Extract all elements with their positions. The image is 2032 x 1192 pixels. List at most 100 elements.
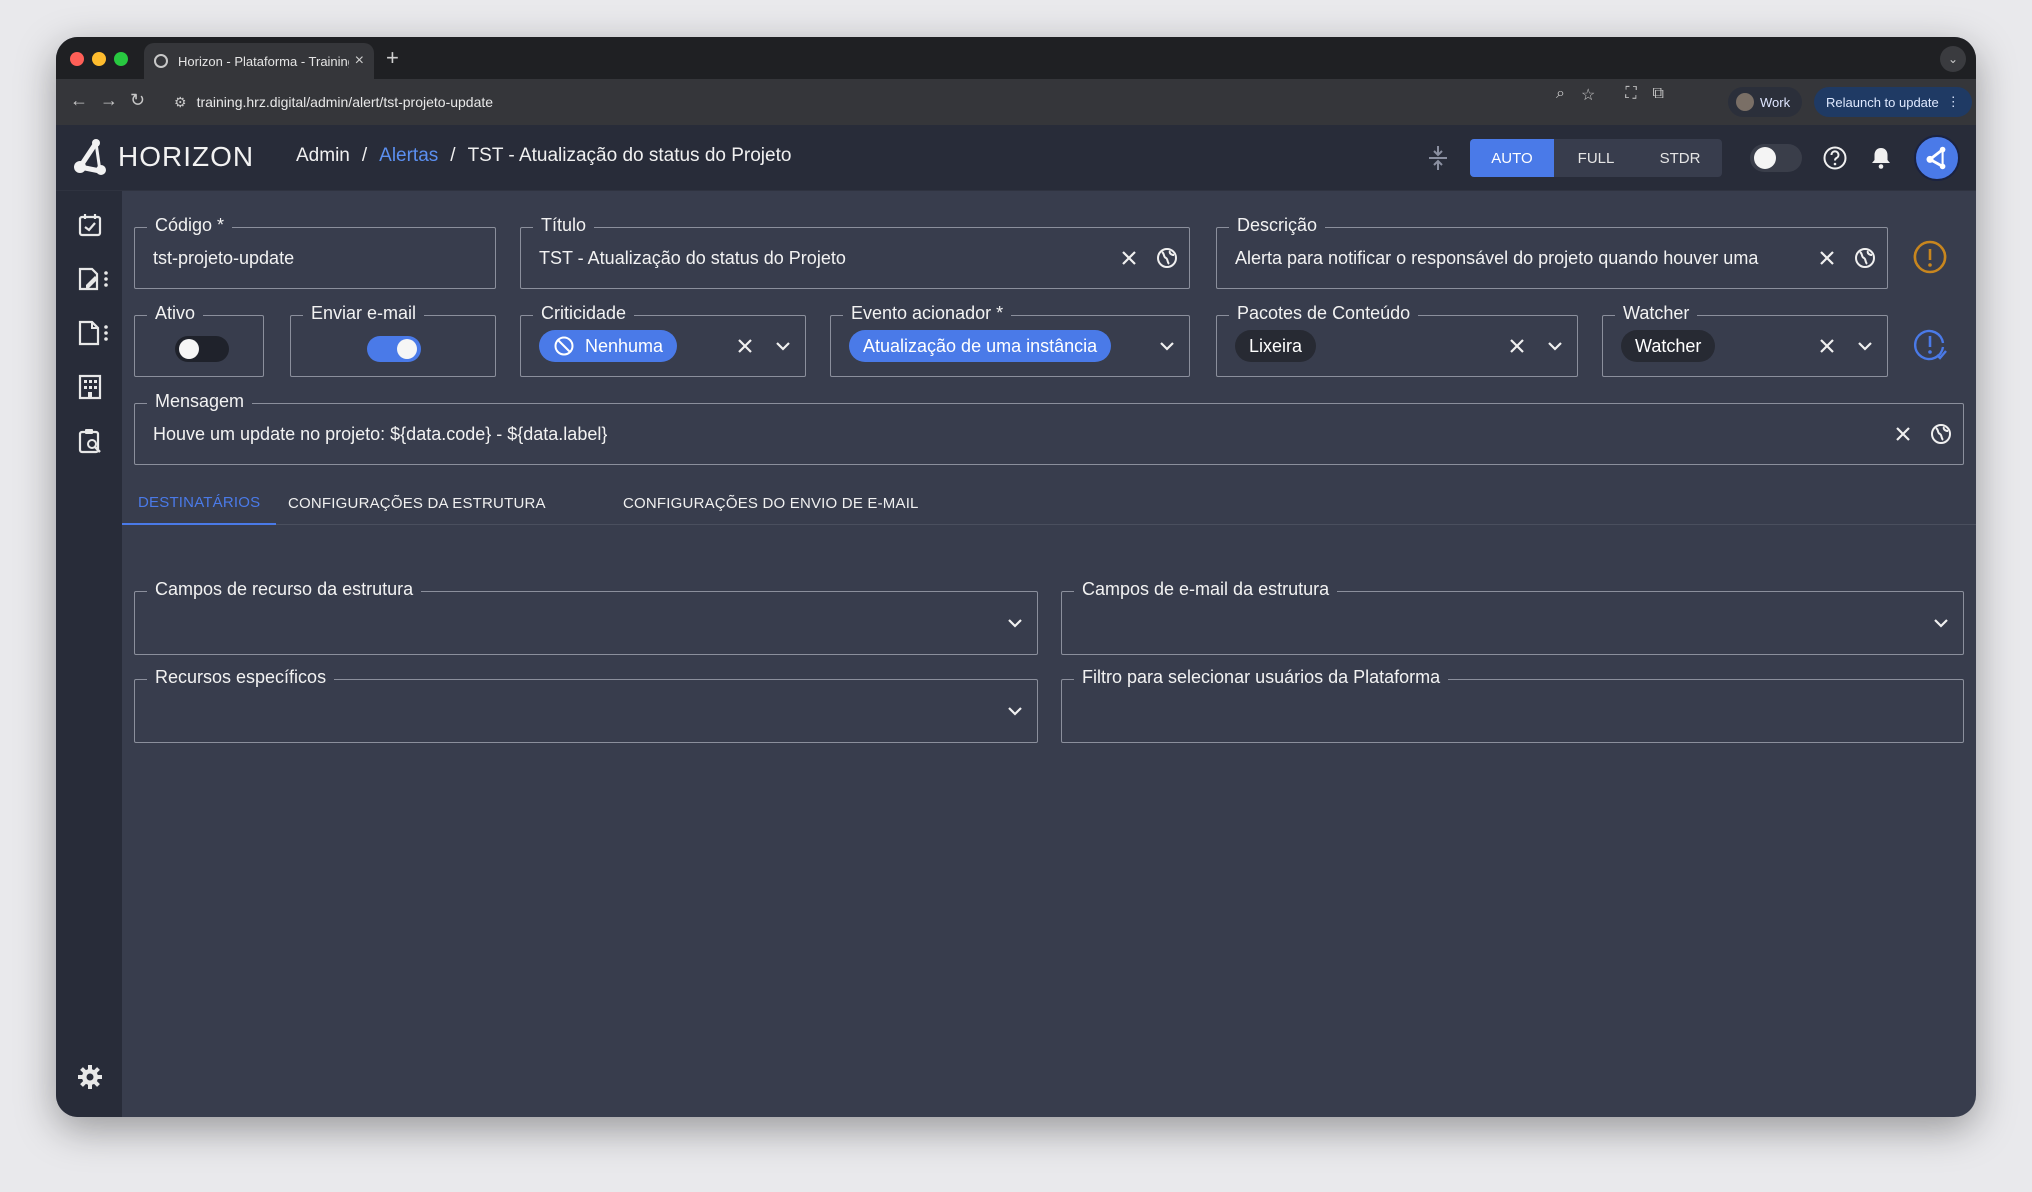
relaunch-button[interactable]: Relaunch to update ⋮ xyxy=(1814,87,1972,117)
enviar-email-label: Enviar e-mail xyxy=(303,303,425,324)
profile-chip[interactable]: Work xyxy=(1728,87,1803,117)
minimize-window-button[interactable] xyxy=(92,52,106,66)
browser-toolbar: ← → ↻ ⚙ training.hrz.digital/admin/alert… xyxy=(56,79,1976,125)
favicon-icon xyxy=(154,54,168,68)
titulo-field[interactable]: Título TST - Atualização do status do Pr… xyxy=(520,215,1190,289)
chevron-down-icon[interactable] xyxy=(771,334,795,358)
relaunch-label: Relaunch to update xyxy=(1826,94,1939,110)
app-header: HORIZON Admin / Alertas / TST - Atualiza… xyxy=(56,125,1976,191)
info-check-status-icon[interactable] xyxy=(1910,325,1950,365)
breadcrumb-separator: / xyxy=(361,145,368,166)
breadcrumb-current: TST - Atualização do status do Projeto xyxy=(467,145,792,166)
block-icon xyxy=(554,336,574,356)
browser-tab-title: Horizon - Plataforma - Training xyxy=(178,53,349,69)
globe-icon[interactable] xyxy=(1853,246,1877,270)
globe-icon[interactable] xyxy=(1929,422,1953,446)
tab-destinatarios[interactable]: DESTINATÁRIOS xyxy=(122,481,277,525)
mode-stdr-button[interactable]: STDR xyxy=(1638,139,1722,177)
address-bar[interactable]: ⚙ training.hrz.digital/admin/alert/tst-p… xyxy=(174,86,1774,118)
evento-value: Atualização de uma instância xyxy=(863,335,1098,356)
descricao-field[interactable]: Descrição Alerta para notificar o respon… xyxy=(1216,215,1888,289)
codigo-value: tst-projeto-update xyxy=(153,247,295,268)
building-icon[interactable] xyxy=(76,373,104,401)
clipboard-search-icon[interactable] xyxy=(76,427,104,455)
section-tabs: DESTINATÁRIOS CONFIGURAÇÕES DA ESTRUTURA… xyxy=(122,481,1976,525)
mode-auto-button[interactable]: AUTO xyxy=(1470,139,1554,177)
edit-document-icon[interactable] xyxy=(76,265,112,293)
theme-toggle[interactable] xyxy=(1750,144,1802,172)
notifications-icon[interactable] xyxy=(1868,145,1894,171)
tab-configuracoes-envio-email[interactable]: CONFIGURAÇÕES DO ENVIO DE E-MAIL xyxy=(623,481,919,525)
clear-icon[interactable] xyxy=(1117,246,1141,270)
clear-icon[interactable] xyxy=(733,334,757,358)
campos-recurso-label: Campos de recurso da estrutura xyxy=(147,579,422,600)
browser-tab[interactable]: Horizon - Plataforma - Training × xyxy=(144,43,374,79)
calendar-check-icon[interactable] xyxy=(76,211,104,239)
user-avatar-icon xyxy=(1926,146,1946,170)
site-info-icon[interactable]: ⚙ xyxy=(174,94,187,111)
new-tab-icon[interactable]: + xyxy=(386,45,399,71)
logo-text: HORIZON xyxy=(118,141,255,172)
profile-label: Work xyxy=(1760,94,1791,110)
ativo-switch[interactable] xyxy=(175,336,229,362)
close-tab-icon[interactable]: × xyxy=(355,52,364,70)
campos-recurso-select[interactable]: Campos de recurso da estrutura xyxy=(134,579,1038,655)
filtro-usuarios-input[interactable]: Filtro para selecionar usuários da Plata… xyxy=(1061,667,1964,743)
mensagem-field[interactable]: Mensagem Houve um update no projeto: ${d… xyxy=(134,391,1964,465)
criticidade-value: Nenhuma xyxy=(585,335,664,356)
more-vert-icon: ⋮ xyxy=(1946,94,1960,109)
bookmark-star-icon[interactable]: ☆ xyxy=(1581,85,1595,105)
clear-icon[interactable] xyxy=(1815,246,1839,270)
chevron-down-icon[interactable] xyxy=(1003,699,1027,723)
chevron-down-icon[interactable] xyxy=(1543,334,1567,358)
toggle-knob xyxy=(1754,147,1776,169)
criticidade-field[interactable]: Criticidade Nenhuma xyxy=(520,303,806,377)
chevron-down-icon[interactable] xyxy=(1929,611,1953,635)
ativo-label: Ativo xyxy=(147,303,204,324)
close-window-button[interactable] xyxy=(70,52,84,66)
switch-knob xyxy=(397,339,417,359)
maximize-window-button[interactable] xyxy=(114,52,128,66)
chevron-down-icon[interactable] xyxy=(1155,334,1179,358)
zoom-icon[interactable]: ⌕ xyxy=(1556,85,1565,105)
criticidade-chip[interactable]: Nenhuma xyxy=(539,330,678,362)
watcher-chip[interactable]: Watcher xyxy=(1621,330,1716,362)
ativo-field: Ativo xyxy=(134,303,264,377)
campos-email-select[interactable]: Campos de e-mail da estrutura xyxy=(1061,579,1964,655)
user-menu-button[interactable] xyxy=(1914,135,1960,181)
breadcrumb-section[interactable]: Alertas xyxy=(379,145,438,167)
recursos-especificos-select[interactable]: Recursos específicos xyxy=(134,667,1038,743)
clear-icon[interactable] xyxy=(1891,422,1915,446)
document-options-icon[interactable] xyxy=(76,319,112,347)
evento-chip[interactable]: Atualização de uma instância xyxy=(849,330,1112,362)
enviar-email-switch[interactable] xyxy=(367,336,421,362)
evento-field[interactable]: Evento acionador * Atualização de uma in… xyxy=(830,303,1190,377)
pacotes-chip[interactable]: Lixeira xyxy=(1235,330,1317,362)
forward-icon[interactable]: → xyxy=(100,90,118,111)
browser-window: Horizon - Plataforma - Training × + ⌄ ← … xyxy=(56,37,1976,1117)
breadcrumb-root[interactable]: Admin xyxy=(296,145,350,167)
codigo-field[interactable]: Código * tst-projeto-update xyxy=(134,215,496,289)
watcher-field[interactable]: Watcher Watcher xyxy=(1602,303,1888,377)
clear-icon[interactable] xyxy=(1815,334,1839,358)
back-icon[interactable]: ← xyxy=(70,90,88,111)
help-icon[interactable] xyxy=(1822,145,1848,171)
reload-icon[interactable]: ↻ xyxy=(130,90,145,111)
profile-avatar xyxy=(1736,93,1754,111)
warning-status-icon[interactable] xyxy=(1910,237,1950,277)
tab-configuracoes-estrutura[interactable]: CONFIGURAÇÕES DA ESTRUTURA xyxy=(288,481,546,525)
chevron-down-icon[interactable] xyxy=(1003,611,1027,635)
tab-search-icon[interactable]: ⌄ xyxy=(1940,46,1966,72)
clear-icon[interactable] xyxy=(1505,334,1529,358)
globe-icon[interactable] xyxy=(1155,246,1179,270)
chevron-down-icon[interactable] xyxy=(1853,334,1877,358)
screenshot-icon[interactable]: ⛶ xyxy=(1625,85,1636,105)
settings-gear-icon[interactable] xyxy=(76,1063,104,1091)
extensions-icon[interactable]: ⧉ xyxy=(1653,85,1664,105)
mode-toggle-group: AUTO FULL STDR xyxy=(1470,139,1722,177)
breadcrumb: Admin / Alertas / TST - Atualização do s… xyxy=(296,145,791,167)
pacotes-field[interactable]: Pacotes de Conteúdo Lixeira xyxy=(1216,303,1578,377)
logo[interactable]: HORIZON xyxy=(70,137,254,177)
vertical-align-center-icon[interactable] xyxy=(1426,144,1450,172)
mode-full-button[interactable]: FULL xyxy=(1554,139,1638,177)
